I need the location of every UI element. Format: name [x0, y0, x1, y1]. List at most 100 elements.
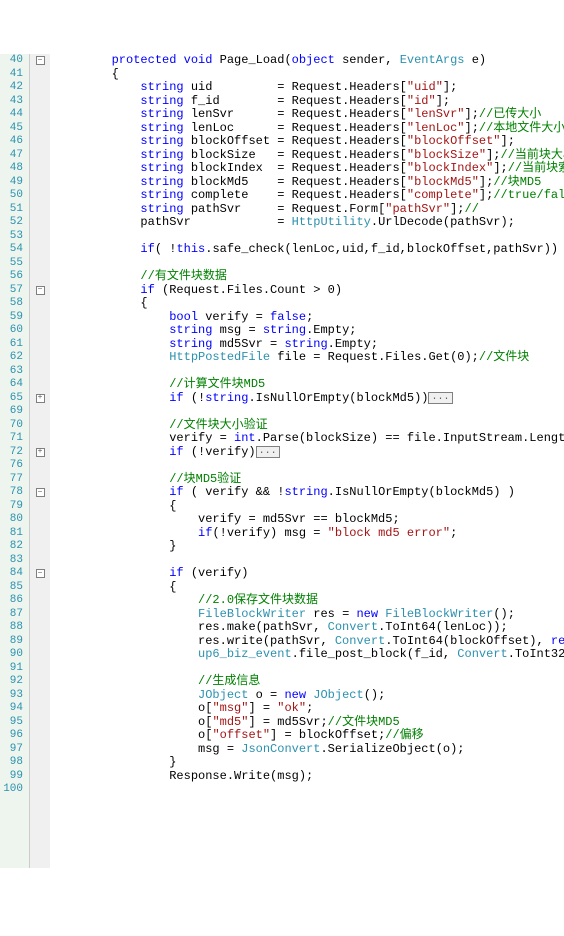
code-line[interactable]: FileBlockWriter res = new FileBlockWrite… [54, 608, 564, 622]
code-line[interactable]: //计算文件块MD5 [54, 378, 564, 392]
code-line[interactable] [54, 230, 564, 244]
line-number: 53 [0, 230, 23, 244]
line-number: 40 [0, 54, 23, 68]
line-number: 82 [0, 540, 23, 554]
code-line[interactable]: o["offset"] = blockOffset;//偏移 [54, 729, 564, 743]
code-line[interactable]: string blockOffset = Request.Headers["bl… [54, 135, 564, 149]
line-number: 62 [0, 351, 23, 365]
code-line[interactable]: protected void Page_Load(object sender, … [54, 54, 564, 68]
code-line[interactable]: if (verify) [54, 567, 564, 581]
code-line[interactable]: string blockIndex = Request.Headers["blo… [54, 162, 564, 176]
line-number: 100 [0, 783, 23, 797]
code-line[interactable]: //2.0保存文件块数据 [54, 594, 564, 608]
code-line[interactable]: string f_id = Request.Headers["id"]; [54, 95, 564, 109]
code-line[interactable] [54, 365, 564, 379]
code-line[interactable] [54, 459, 564, 473]
line-number: 42 [0, 81, 23, 95]
line-number: 51 [0, 203, 23, 217]
code-line[interactable]: verify = md5Svr == blockMd5; [54, 513, 564, 527]
code-line[interactable]: if ( verify && !string.IsNullOrEmpty(blo… [54, 486, 564, 500]
code-line[interactable] [54, 554, 564, 568]
code-line[interactable]: string md5Svr = string.Empty; [54, 338, 564, 352]
code-line[interactable] [54, 783, 564, 797]
code-line[interactable]: string lenSvr = Request.Headers["lenSvr"… [54, 108, 564, 122]
line-number: 72 [0, 446, 23, 460]
code-line[interactable]: if(!verify) msg = "block md5 error"; [54, 527, 564, 541]
code-line[interactable]: HttpPostedFile file = Request.Files.Get(… [54, 351, 564, 365]
code-line[interactable]: o["msg"] = "ok"; [54, 702, 564, 716]
line-number: 50 [0, 189, 23, 203]
line-number: 76 [0, 459, 23, 473]
fold-collapse-icon[interactable]: − [36, 488, 45, 497]
fold-expand-icon[interactable]: + [36, 394, 45, 403]
code-line[interactable]: string uid = Request.Headers["uid"]; [54, 81, 564, 95]
code-line[interactable]: if( !this.safe_check(lenLoc,uid,f_id,blo… [54, 243, 564, 257]
code-line[interactable]: pathSvr = HttpUtility.UrlDecode(pathSvr)… [54, 216, 564, 230]
code-line[interactable]: bool verify = false; [54, 311, 564, 325]
line-number: 78 [0, 486, 23, 500]
code-line[interactable] [54, 405, 564, 419]
line-number: 63 [0, 365, 23, 379]
code-line[interactable] [54, 257, 564, 271]
code-line[interactable]: string pathSvr = Request.Form["pathSvr"]… [54, 203, 564, 217]
code-line[interactable] [54, 662, 564, 676]
line-number: 49 [0, 176, 23, 190]
code-line[interactable]: //块MD5验证 [54, 473, 564, 487]
collapsed-region-icon[interactable]: ... [428, 392, 452, 404]
code-line[interactable]: { [54, 500, 564, 514]
line-number: 48 [0, 162, 23, 176]
code-line[interactable]: } [54, 540, 564, 554]
line-number: 69 [0, 405, 23, 419]
fold-collapse-icon[interactable]: − [36, 56, 45, 65]
line-number: 57 [0, 284, 23, 298]
collapsed-region-icon[interactable]: ... [256, 446, 280, 458]
line-number: 54 [0, 243, 23, 257]
line-number: 95 [0, 716, 23, 730]
line-number: 79 [0, 500, 23, 514]
code-line[interactable]: string msg = string.Empty; [54, 324, 564, 338]
code-line[interactable]: if (Request.Files.Count > 0) [54, 284, 564, 298]
code-line[interactable]: o["md5"] = md5Svr;//文件块MD5 [54, 716, 564, 730]
code-line[interactable]: Response.Write(msg); [54, 770, 564, 784]
line-number: 90 [0, 648, 23, 662]
code-line[interactable]: if (!verify)... [54, 446, 564, 460]
line-number: 86 [0, 594, 23, 608]
line-number: 94 [0, 702, 23, 716]
line-number: 88 [0, 621, 23, 635]
code-line[interactable]: } [54, 756, 564, 770]
code-line[interactable]: up6_biz_event.file_post_block(f_id, Conv… [54, 648, 564, 662]
line-number: 65 [0, 392, 23, 406]
code-line[interactable]: { [54, 297, 564, 311]
code-line[interactable]: //生成信息 [54, 675, 564, 689]
code-line[interactable]: { [54, 581, 564, 595]
code-line[interactable]: { [54, 68, 564, 82]
line-number: 52 [0, 216, 23, 230]
fold-expand-icon[interactable]: + [36, 448, 45, 457]
code-area[interactable]: protected void Page_Load(object sender, … [50, 54, 564, 868]
code-line[interactable]: if (!string.IsNullOrEmpty(blockMd5))... [54, 392, 564, 406]
line-number: 55 [0, 257, 23, 271]
line-number: 98 [0, 756, 23, 770]
code-line[interactable]: string complete = Request.Headers["compl… [54, 189, 564, 203]
fold-collapse-icon[interactable]: − [36, 286, 45, 295]
code-line[interactable]: string lenLoc = Request.Headers["lenLoc"… [54, 122, 564, 136]
line-number: 56 [0, 270, 23, 284]
code-line[interactable]: res.write(pathSvr, Convert.ToInt64(block… [54, 635, 564, 649]
line-number: 58 [0, 297, 23, 311]
code-line[interactable]: msg = JsonConvert.SerializeObject(o); [54, 743, 564, 757]
code-editor: 4041424344454647484950515253545556575859… [0, 54, 564, 868]
code-line[interactable]: string blockSize = Request.Headers["bloc… [54, 149, 564, 163]
line-number: 91 [0, 662, 23, 676]
code-line[interactable]: JObject o = new JObject(); [54, 689, 564, 703]
code-line[interactable]: res.make(pathSvr, Convert.ToInt64(lenLoc… [54, 621, 564, 635]
code-line[interactable]: verify = int.Parse(blockSize) == file.In… [54, 432, 564, 446]
code-line[interactable]: //文件块大小验证 [54, 419, 564, 433]
code-line[interactable]: //有文件块数据 [54, 270, 564, 284]
line-number: 89 [0, 635, 23, 649]
fold-collapse-icon[interactable]: − [36, 569, 45, 578]
line-number: 83 [0, 554, 23, 568]
code-line[interactable]: string blockMd5 = Request.Headers["block… [54, 176, 564, 190]
line-number: 87 [0, 608, 23, 622]
line-number: 59 [0, 311, 23, 325]
line-number: 45 [0, 122, 23, 136]
